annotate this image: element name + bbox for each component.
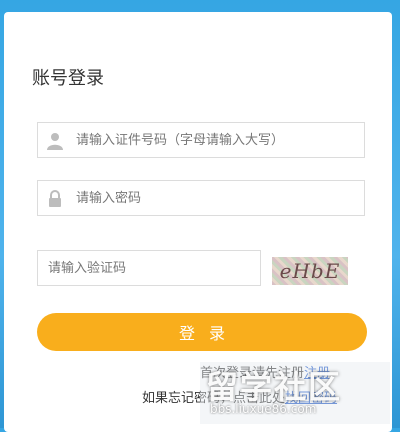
captcha-input[interactable]	[48, 251, 248, 285]
id-number-input[interactable]	[76, 123, 356, 157]
login-button[interactable]: 登录	[37, 313, 367, 351]
user-icon	[46, 132, 64, 150]
watermark: 留学社区 bbs.liuxue86.com	[200, 362, 390, 424]
password-field[interactable]	[37, 180, 365, 216]
id-number-field[interactable]	[37, 122, 365, 158]
captcha-field[interactable]	[37, 250, 261, 286]
lock-icon	[46, 190, 64, 208]
captcha-image[interactable]: eHbE	[272, 257, 348, 285]
password-input[interactable]	[76, 181, 356, 215]
page-title: 账号登录	[32, 68, 104, 89]
watermark-url: bbs.liuxue86.com	[210, 402, 317, 416]
